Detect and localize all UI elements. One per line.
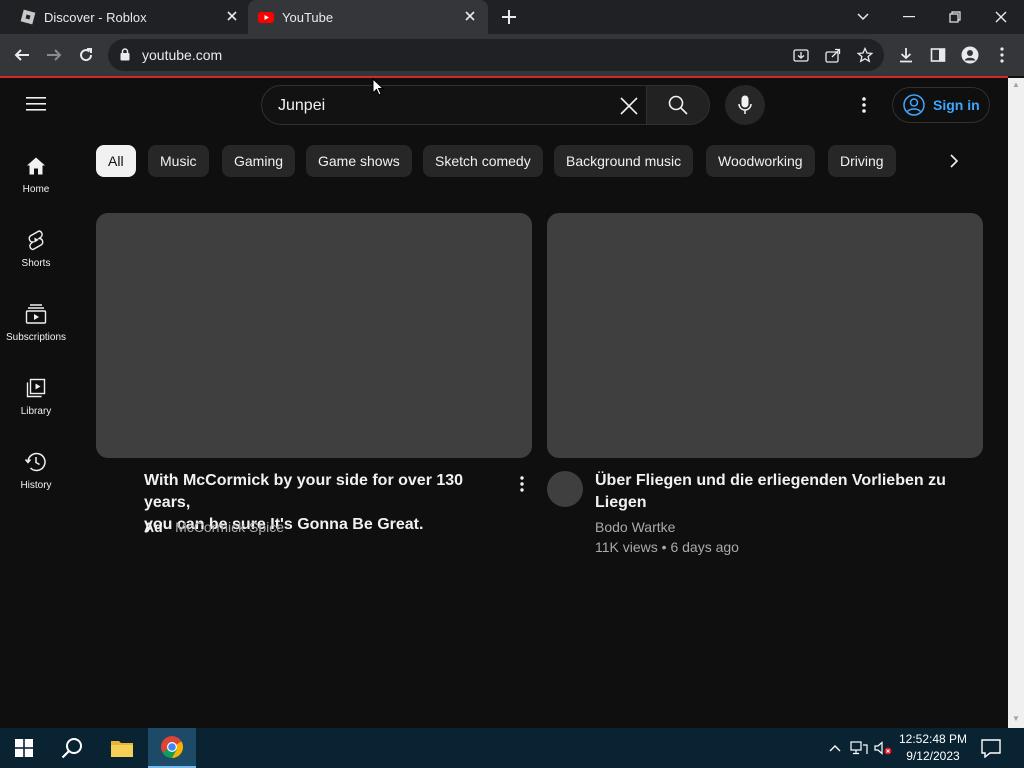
taskbar-search-button[interactable] <box>48 728 96 768</box>
tab-search-chevron-icon[interactable] <box>852 6 874 28</box>
folder-icon <box>111 741 133 757</box>
clock-date: 9/12/2023 <box>906 749 960 763</box>
account-circle-icon <box>903 94 925 116</box>
new-tab-plus-icon[interactable] <box>500 8 518 26</box>
windows-logo-icon <box>15 739 33 757</box>
address-bar[interactable]: youtube.com <box>108 39 884 71</box>
file-explorer-button[interactable] <box>98 728 146 768</box>
sidebar-item-label: Shorts <box>21 258 51 269</box>
chip-music[interactable]: Music <box>148 145 209 177</box>
share-icon[interactable] <box>824 46 842 64</box>
microphone-icon <box>738 95 752 114</box>
sidebar-item-subscriptions[interactable]: Subscriptions <box>0 292 72 362</box>
scroll-up-arrow-icon[interactable]: ▲ <box>1012 80 1020 89</box>
channel-name[interactable]: McCormick Spice <box>175 519 284 535</box>
browser-toolbar: youtube.com <box>0 34 1024 76</box>
browser-tab-strip: Discover - Roblox YouTube <box>0 0 1024 34</box>
sidebar-item-shorts[interactable]: Shorts <box>0 218 72 288</box>
shorts-icon <box>24 228 48 252</box>
sidebar-item-label: Home <box>22 184 50 195</box>
video-thumbnail[interactable] <box>547 213 983 458</box>
sidebar-item-label: History <box>20 480 52 491</box>
video-title-line[interactable]: With McCormick by your side for over 130… <box>144 470 504 514</box>
settings-more-icon[interactable] <box>854 94 874 116</box>
chip-background-music[interactable]: Background music <box>554 145 694 177</box>
sidebar-item-label: Subscriptions <box>5 332 67 343</box>
tab-title: Discover - Roblox <box>44 10 147 25</box>
taskbar-clock[interactable]: 12:52:48 PM 9/12/2023 <box>896 731 970 765</box>
mouse-cursor-icon <box>372 78 384 96</box>
dot-separator: · <box>166 519 176 535</box>
show-hidden-icons-chevron-icon[interactable] <box>826 740 844 756</box>
video-title[interactable]: Über Fliegen und die erliegenden Vorlieb… <box>595 470 955 514</box>
youtube-favicon-icon <box>258 12 274 23</box>
close-window-icon[interactable] <box>990 6 1012 28</box>
chip-all[interactable]: All <box>96 145 136 177</box>
search-icon <box>61 738 82 759</box>
lock-icon[interactable] <box>120 48 130 61</box>
sign-in-button[interactable]: Sign in <box>892 87 990 123</box>
chip-game-shows[interactable]: Game shows <box>306 145 412 177</box>
channel-avatar[interactable] <box>547 471 583 507</box>
chrome-icon <box>161 736 183 758</box>
search-button[interactable] <box>646 85 710 125</box>
bookmark-star-icon[interactable] <box>856 46 874 64</box>
library-icon <box>24 376 48 400</box>
notifications-icon[interactable] <box>980 738 1002 758</box>
menu-hamburger-icon[interactable] <box>26 96 46 112</box>
clock-time: 12:52:48 PM <box>898 732 968 746</box>
tab-youtube[interactable]: YouTube <box>248 0 488 34</box>
chip-next-chevron-icon[interactable] <box>939 148 969 174</box>
profile-icon[interactable] <box>960 45 980 65</box>
sidebar-item-history[interactable]: History <box>0 440 72 510</box>
volume-muted-icon[interactable] <box>874 740 892 756</box>
clear-search-icon[interactable] <box>618 95 640 117</box>
sign-in-label: Sign in <box>933 97 980 113</box>
start-button[interactable] <box>0 728 48 768</box>
side-panel-icon[interactable] <box>928 45 948 65</box>
tab-title: YouTube <box>282 10 334 25</box>
video-stats: 11K views • 6 days ago <box>595 539 739 555</box>
chrome-taskbar-button[interactable] <box>148 728 196 768</box>
search-icon <box>668 95 688 115</box>
network-icon[interactable] <box>850 740 868 756</box>
browser-menu-icon[interactable] <box>992 45 1012 65</box>
chip-sketch-comedy[interactable]: Sketch comedy <box>423 145 543 177</box>
video-title-line[interactable]: Über Fliegen und die erliegenden Vorlieb… <box>595 470 955 492</box>
reload-icon[interactable] <box>76 45 96 65</box>
channel-name[interactable]: Bodo Wartke <box>595 517 675 537</box>
sidebar-item-home[interactable]: Home <box>0 144 72 214</box>
back-arrow-icon[interactable] <box>12 45 32 65</box>
url-text[interactable]: youtube.com <box>142 47 222 63</box>
roblox-favicon-icon <box>20 9 36 25</box>
chip-driving[interactable]: Driving <box>828 145 896 177</box>
search-query[interactable]: Junpei <box>278 97 325 115</box>
forward-arrow-icon[interactable] <box>44 45 64 65</box>
video-title-line[interactable]: Liegen <box>595 492 955 514</box>
video-more-actions-icon[interactable] <box>514 473 530 495</box>
minimize-icon[interactable] <box>898 6 920 28</box>
install-app-icon[interactable] <box>792 46 810 64</box>
youtube-page: Junpei Sign in Home Shorts Subscriptions… <box>0 78 1008 728</box>
chip-gaming[interactable]: Gaming <box>222 145 296 177</box>
video-thumbnail[interactable] <box>96 213 532 458</box>
windows-taskbar: 12:52:48 PM 9/12/2023 <box>0 728 1024 768</box>
history-icon <box>24 450 48 474</box>
scroll-down-arrow-icon[interactable]: ▼ <box>1012 714 1020 723</box>
restore-icon[interactable] <box>944 6 966 28</box>
sidebar-item-library[interactable]: Library <box>0 366 72 436</box>
sidebar-item-label: Library <box>20 406 52 417</box>
home-icon <box>24 154 48 178</box>
close-tab-icon[interactable] <box>462 8 478 24</box>
page-scrollbar[interactable]: ▲ ▼ <box>1008 78 1024 728</box>
voice-search-button[interactable] <box>725 85 765 125</box>
subscriptions-icon <box>24 302 48 326</box>
close-tab-icon[interactable] <box>224 8 240 24</box>
chip-woodworking[interactable]: Woodworking <box>706 145 815 177</box>
search-input[interactable]: Junpei <box>261 85 647 125</box>
tab-discover-roblox[interactable]: Discover - Roblox <box>0 0 248 34</box>
ad-badge: Ad <box>144 519 163 535</box>
downloads-icon[interactable] <box>896 45 916 65</box>
video-meta: Ad · McCormick Spice <box>144 517 284 537</box>
